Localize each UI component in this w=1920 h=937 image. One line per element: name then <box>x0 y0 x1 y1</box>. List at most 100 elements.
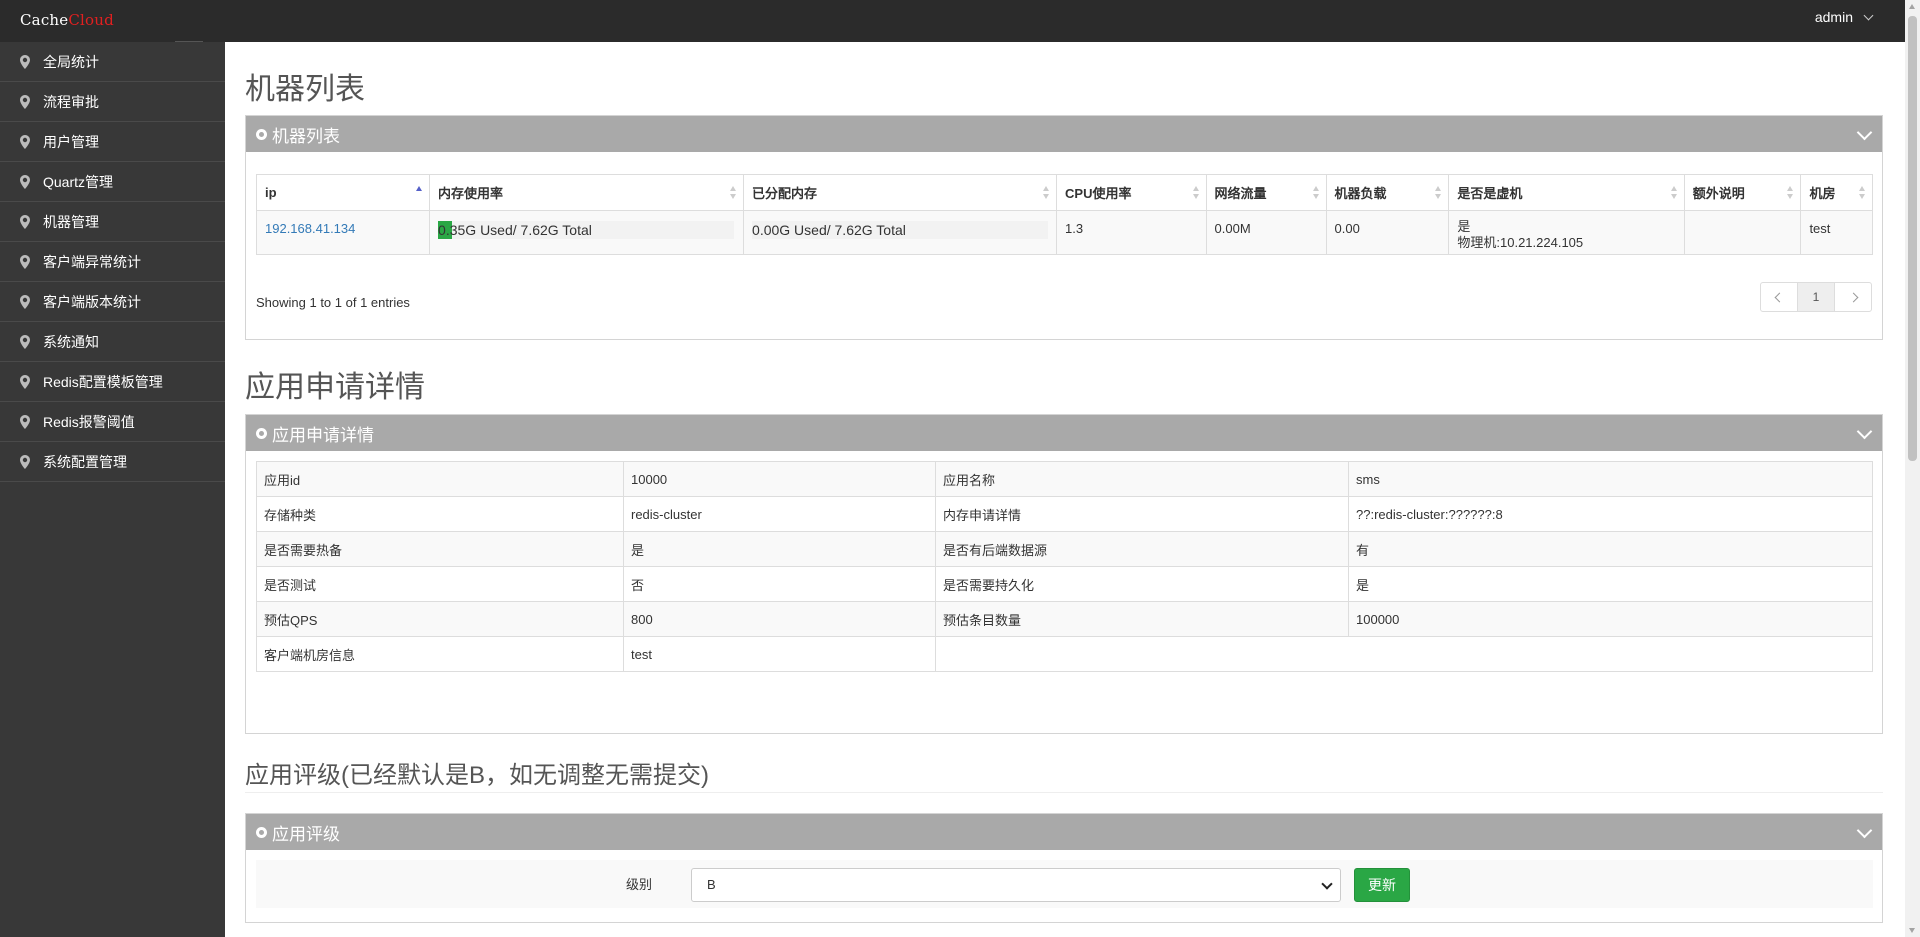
panel-title: 应用评级 <box>272 824 340 844</box>
column-header-is-vm[interactable]: 是否是虚机 <box>1448 174 1685 211</box>
column-header-extra[interactable]: 额外说明 <box>1683 174 1802 211</box>
circle-icon <box>256 427 267 439</box>
pagination-next[interactable] <box>1834 282 1872 312</box>
sidebar-item-global-stats[interactable]: 全局统计 <box>0 42 225 82</box>
panel-header[interactable]: 应用评级 <box>246 814 1882 850</box>
table-row: 是否需要热备 是 是否有后端数据源 有 <box>256 531 1873 567</box>
detail-empty <box>935 636 1873 672</box>
column-header-mem-usage[interactable]: 内存使用率 <box>429 174 745 211</box>
sidebar-item-machines[interactable]: 机器管理 <box>0 202 225 242</box>
cell-cpu: 1.3 <box>1056 210 1207 255</box>
column-header-mem-alloc[interactable]: 已分配内存 <box>743 174 1058 211</box>
detail-value: 100000 <box>1348 601 1873 637</box>
pagination: 1 <box>1760 282 1872 312</box>
sort-icon <box>1192 185 1200 200</box>
sidebar-item-redis-alerts[interactable]: Redis报警阈值 <box>0 402 225 442</box>
user-menu[interactable]: admin <box>1814 9 1874 25</box>
sidebar-item-notifications[interactable]: 系统通知 <box>0 322 225 362</box>
detail-label: 是否有后端数据源 <box>935 531 1349 567</box>
table-info: Showing 1 to 1 of 1 entries <box>256 295 410 310</box>
column-header-room[interactable]: 机房 <box>1800 174 1873 211</box>
column-header-cpu[interactable]: CPU使用率 <box>1056 174 1207 211</box>
panel-header[interactable]: 应用申请详情 <box>246 415 1882 451</box>
sidebar-item-label: 客户端异常统计 <box>43 253 141 270</box>
sort-icon <box>1859 185 1866 200</box>
sidebar-item-label: Redis报警阈值 <box>43 413 135 430</box>
sidebar-item-users[interactable]: 用户管理 <box>0 122 225 162</box>
detail-label: 预估条目数量 <box>935 601 1349 637</box>
detail-label: 应用名称 <box>935 461 1349 497</box>
chevron-down-icon <box>1863 10 1874 21</box>
update-button[interactable]: 更新 <box>1354 868 1410 902</box>
detail-value: test <box>623 636 936 672</box>
pagination-page[interactable]: 1 <box>1797 282 1835 312</box>
map-pin-icon <box>20 254 30 269</box>
map-pin-icon <box>20 374 30 389</box>
machine-table: ip 内存使用率 已分配内存 CPU使用率 网络流量 机器负载 是否是虚机 额外… <box>255 174 1873 255</box>
table-row: 客户端机房信息 test <box>256 636 1873 672</box>
sidebar: 全局统计 流程审批 用户管理 Quartz管理 机器管理 客户端异常统计 客户端… <box>0 42 225 937</box>
table-row: 存储种类 redis-cluster 内存申请详情 ??:redis-clust… <box>256 496 1873 532</box>
column-header-ip[interactable]: ip <box>255 174 431 211</box>
sidebar-item-system-config[interactable]: 系统配置管理 <box>0 442 225 482</box>
pagination-prev[interactable] <box>1760 282 1798 312</box>
column-header-label: 额外说明 <box>1692 186 1745 201</box>
detail-label: 应用id <box>256 461 624 497</box>
panel-title: 应用申请详情 <box>272 425 374 445</box>
chevron-down-icon[interactable] <box>1856 124 1873 141</box>
mem-alloc-text: 0.00G Used/ 7.62G Total <box>752 222 906 238</box>
column-header-label: 已分配内存 <box>752 186 818 201</box>
mem-alloc-progress-bar: 0.00G Used/ 7.62G Total <box>752 221 1049 239</box>
scroll-up-arrow-icon[interactable] <box>1909 4 1915 9</box>
is-vm-value: 是 <box>1457 219 1471 234</box>
scroll-down-arrow-icon[interactable] <box>1909 928 1915 933</box>
cell-mem-alloc: 0.00G Used/ 7.62G Total <box>743 210 1058 255</box>
page-scrollbar[interactable] <box>1905 0 1920 937</box>
sidebar-item-quartz[interactable]: Quartz管理 <box>0 162 225 202</box>
map-pin-icon <box>20 214 30 229</box>
cell-ip: 192.168.41.134 <box>255 210 431 255</box>
detail-value: sms <box>1348 461 1873 497</box>
sidebar-item-label: 系统配置管理 <box>43 453 127 470</box>
detail-value: 否 <box>623 566 936 602</box>
sort-icon <box>1435 185 1442 200</box>
circle-icon <box>256 128 267 140</box>
detail-value: 是 <box>623 531 936 567</box>
sidebar-item-label: 全局统计 <box>43 53 99 70</box>
sidebar-item-client-exceptions[interactable]: 客户端异常统计 <box>0 242 225 282</box>
sidebar-item-label: 系统通知 <box>43 333 99 350</box>
mem-usage-progress-bar: 0.35G Used/ 7.62G Total <box>438 221 735 239</box>
column-header-network[interactable]: 网络流量 <box>1205 174 1327 211</box>
cell-network: 0.00M <box>1205 210 1327 255</box>
detail-value: 有 <box>1348 531 1873 567</box>
sidebar-item-client-versions[interactable]: 客户端版本统计 <box>0 282 225 322</box>
panel-header[interactable]: 机器列表 <box>246 116 1882 152</box>
column-header-label: 机器负载 <box>1334 186 1387 201</box>
detail-value: 800 <box>623 601 936 637</box>
map-pin-icon <box>20 174 30 189</box>
sort-icon <box>1043 185 1050 200</box>
scrollbar-thumb[interactable] <box>1908 16 1917 461</box>
detail-value: ??:redis-cluster:??????:8 <box>1348 496 1873 532</box>
chevron-down-icon[interactable] <box>1856 822 1873 839</box>
column-header-label: 机房 <box>1809 186 1836 201</box>
column-header-label: 是否是虚机 <box>1457 186 1523 201</box>
chevron-right-icon <box>1848 292 1858 302</box>
chevron-down-icon[interactable] <box>1856 423 1873 440</box>
map-pin-icon <box>20 334 30 349</box>
sidebar-item-redis-templates[interactable]: Redis配置模板管理 <box>0 362 225 402</box>
column-header-load[interactable]: 机器负载 <box>1325 174 1450 211</box>
machine-ip-link[interactable]: 192.168.41.134 <box>265 221 355 236</box>
cell-load: 0.00 <box>1325 210 1450 255</box>
sidebar-item-approval[interactable]: 流程审批 <box>0 82 225 122</box>
physical-host: 物理机:10.21.224.105 <box>1457 235 1584 250</box>
sidebar-item-label: Redis配置模板管理 <box>43 373 163 390</box>
brand-logo[interactable]: CacheCloud <box>20 11 114 29</box>
page-title-app-detail: 应用申请详情 <box>245 371 425 404</box>
user-name: admin <box>1814 9 1853 25</box>
map-pin-icon <box>20 294 30 309</box>
sidebar-item-label: 流程审批 <box>43 93 99 110</box>
detail-value: 10000 <box>623 461 936 497</box>
column-header-label: 网络流量 <box>1214 186 1267 201</box>
rating-level-select[interactable]: B <box>691 868 1341 902</box>
